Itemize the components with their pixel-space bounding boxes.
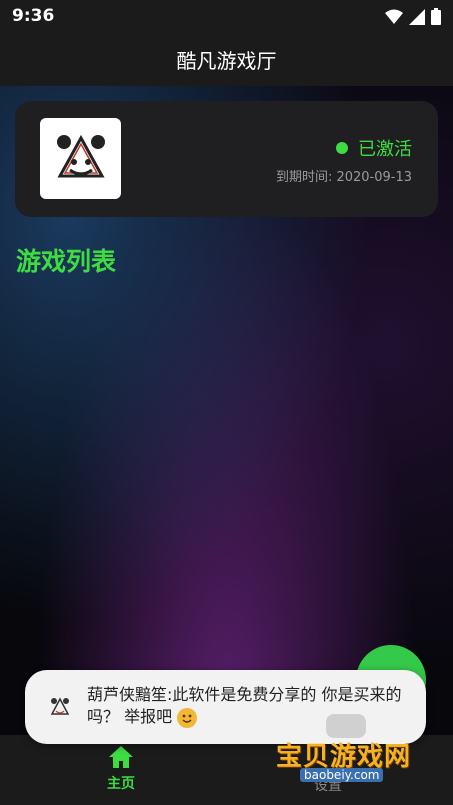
expiry-date: 到期时间: 2020-09-13 <box>275 170 412 185</box>
smiley-emoji-icon <box>177 707 198 728</box>
license-card: 已激活 到期时间: 2020-09-13 <box>15 101 438 217</box>
panda-gamepad-logo-icon <box>56 134 105 177</box>
activation-status: 已激活 <box>336 135 412 161</box>
app-logo <box>40 118 121 199</box>
status-label: 已激活 <box>358 139 412 160</box>
status-dot-icon <box>336 142 348 154</box>
site-watermark: 宝贝游戏网 baobeiy.com <box>276 714 426 786</box>
watermark-url: baobeiy.com <box>300 768 384 782</box>
toast-app-icon <box>47 694 73 720</box>
gamepad-icon <box>326 714 366 738</box>
battery-icon <box>431 8 441 25</box>
game-list-title: 游戏列表 <box>16 247 117 276</box>
nav-item-home[interactable]: 主页 <box>86 745 156 793</box>
app-bar: 酷凡游戏厅 <box>0 32 453 86</box>
main-content: 已激活 到期时间: 2020-09-13 游戏列表 <box>0 86 453 735</box>
wifi-icon <box>385 9 403 24</box>
clock: 9:36 <box>12 6 55 26</box>
status-bar: 9:36 <box>0 0 453 32</box>
home-icon <box>109 746 133 768</box>
status-icons <box>385 8 441 25</box>
page-title: 酷凡游戏厅 <box>176 48 277 73</box>
signal-icon <box>409 8 425 25</box>
nav-item-home-label: 主页 <box>107 776 135 792</box>
